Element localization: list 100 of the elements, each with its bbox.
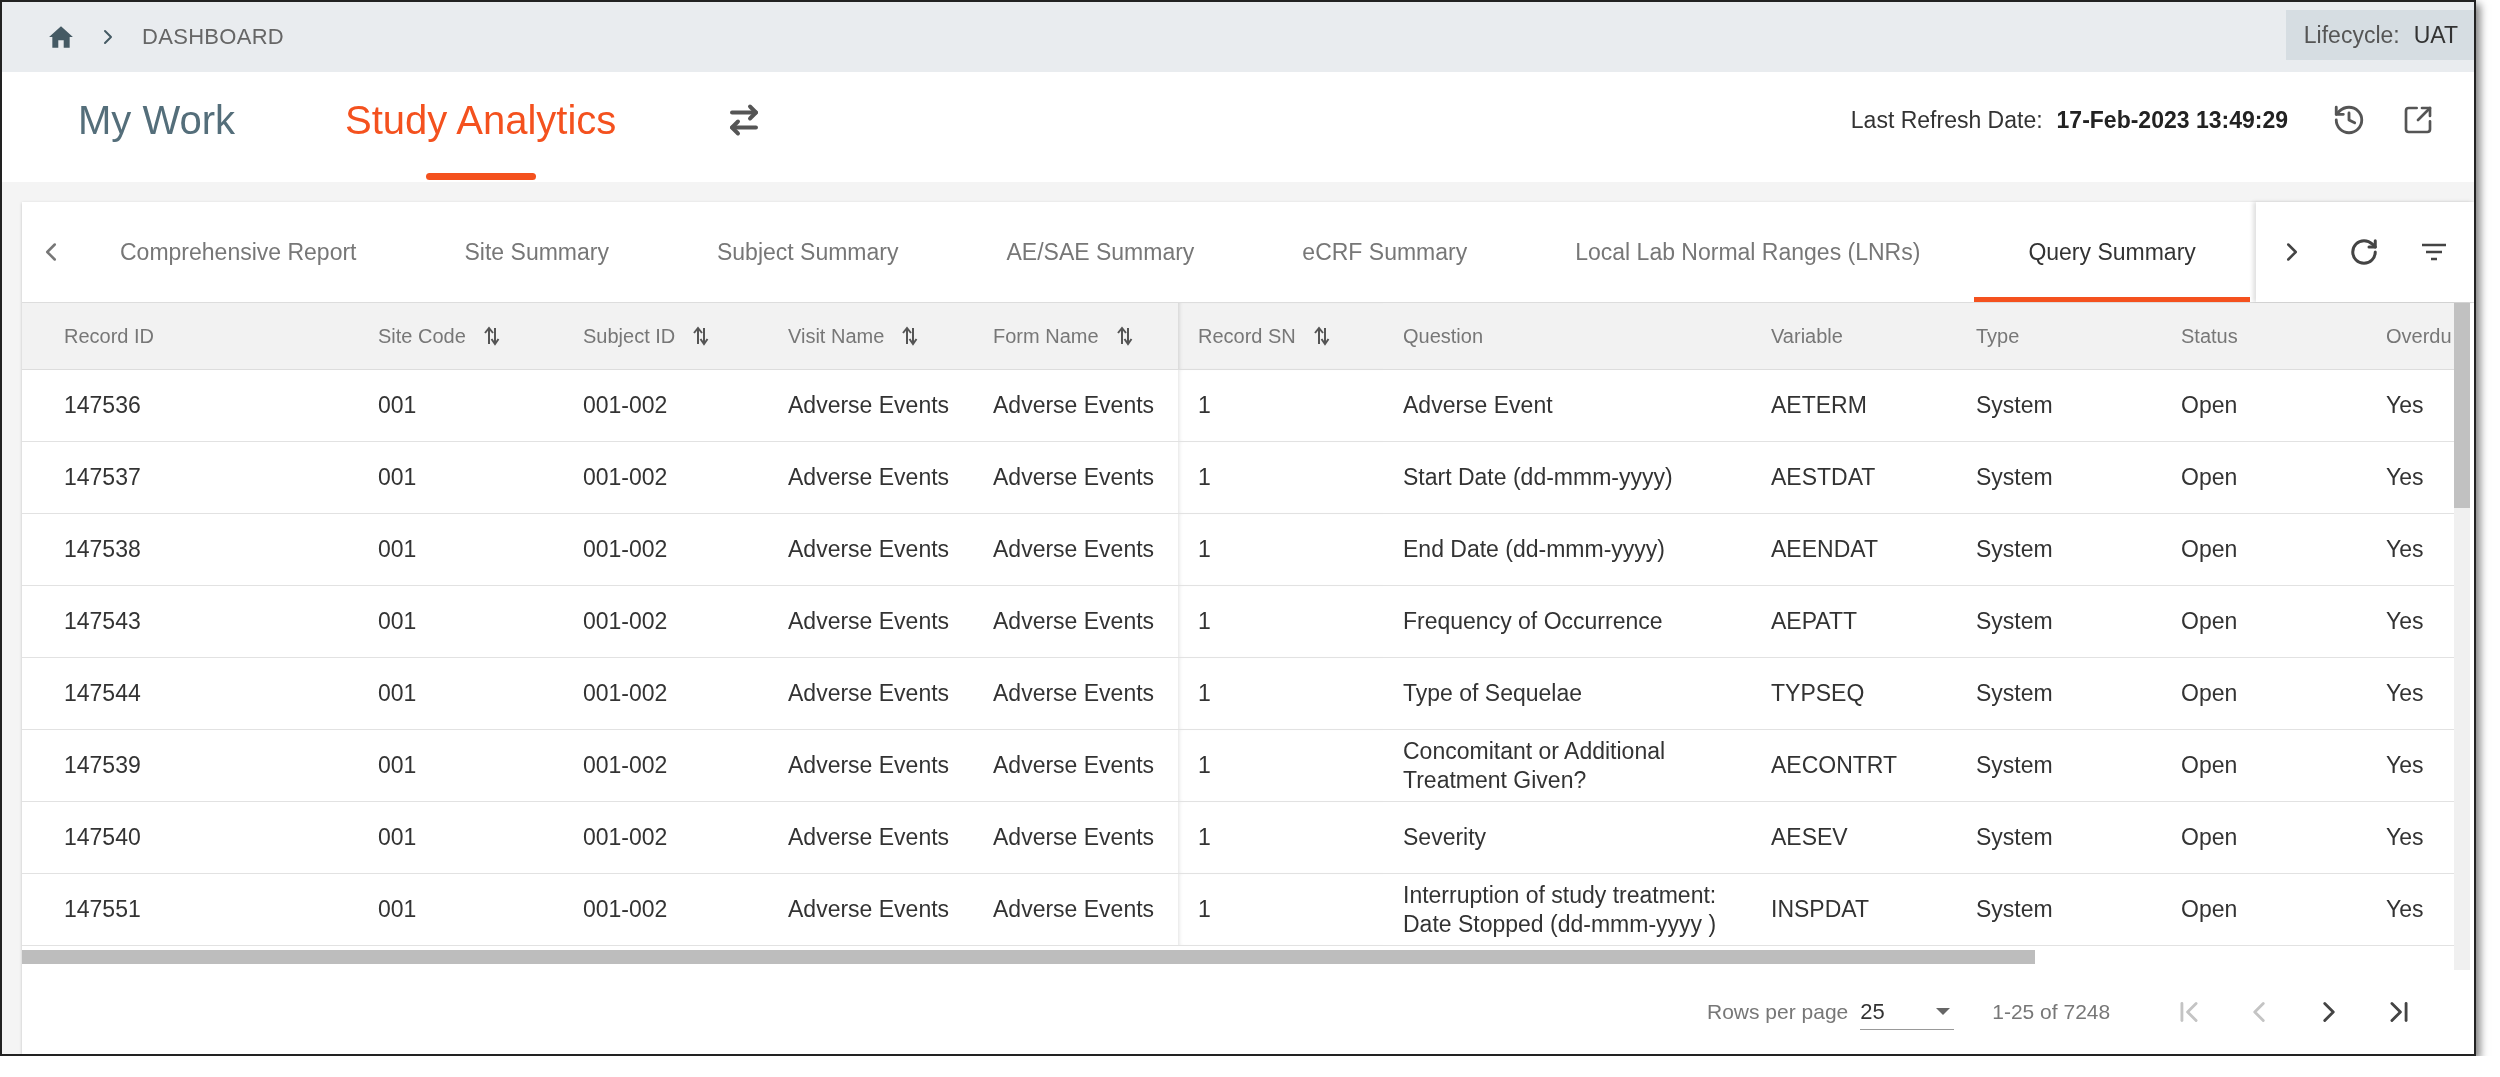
table-cell: Adverse Events: [973, 442, 1178, 514]
table-cell: System: [1956, 586, 2161, 658]
table-cell: Start Date (dd-mmm-yyyy): [1383, 442, 1751, 514]
column-header-label[interactable]: Type: [1976, 324, 2020, 348]
column-header-label[interactable]: Overdu: [2386, 324, 2452, 348]
home-icon[interactable]: [48, 25, 74, 49]
table-cell: 001: [358, 586, 563, 658]
table-cell: Adverse Events: [768, 586, 973, 658]
table-cell: 001-002: [563, 874, 768, 946]
table-cell: 1: [1178, 658, 1383, 730]
table-cell: 147539: [22, 730, 358, 802]
table-cell: 147551: [22, 874, 358, 946]
table-cell: Open: [2161, 370, 2366, 442]
table-cell: 001: [358, 658, 563, 730]
column-header-label[interactable]: Subject ID: [583, 324, 676, 348]
table-cell: 147543: [22, 586, 358, 658]
table-cell: 1: [1178, 730, 1383, 802]
table-cell: AETERM: [1751, 370, 1956, 442]
report-tab[interactable]: Site Summary: [410, 202, 663, 302]
table-cell: 1: [1178, 370, 1383, 442]
sort-icon[interactable]: [483, 326, 500, 346]
column-header-label[interactable]: Status: [2181, 324, 2238, 348]
table-cell: Open: [2161, 874, 2366, 946]
table-cell: 1: [1178, 442, 1383, 514]
table-cell: 147540: [22, 802, 358, 874]
table-cell: 1: [1178, 874, 1383, 946]
table-cell: AECONTRT: [1751, 730, 1956, 802]
nav-tab[interactable]: My Work: [78, 72, 236, 182]
column-header-label[interactable]: Visit Name: [788, 324, 885, 348]
table-cell: Adverse Events: [768, 370, 973, 442]
table-cell: 001: [358, 370, 563, 442]
table-cell: Adverse Events: [973, 658, 1178, 730]
table-cell: Adverse Events: [973, 874, 1178, 946]
table-cell: Interruption of study treatment: Date Stopped (dd-mmm-yyyy ): [1383, 874, 1751, 946]
column-header-label[interactable]: Record SN: [1198, 324, 1296, 348]
table-cell: 001-002: [563, 514, 768, 586]
table-cell: Open: [2161, 586, 2366, 658]
table-cell: Adverse Events: [768, 442, 973, 514]
table-cell: Adverse Events: [768, 514, 973, 586]
page-range: 1-25 of 7248: [1992, 1000, 2111, 1024]
table-cell: Adverse Events: [768, 658, 973, 730]
table-cell: 1: [1178, 514, 1383, 586]
sort-icon[interactable]: [1116, 326, 1133, 346]
table-cell: AEPATT: [1751, 586, 1956, 658]
sort-icon[interactable]: [1313, 326, 1330, 346]
table-cell: 001: [358, 874, 563, 946]
table-cell: System: [1956, 730, 2161, 802]
rows-per-page-label: Rows per page: [1707, 1000, 1849, 1024]
table-cell: Adverse Events: [973, 730, 1178, 802]
column-header-label[interactable]: Site Code: [378, 324, 466, 348]
table-cell: 001-002: [563, 730, 768, 802]
table-cell: System: [1956, 442, 2161, 514]
vertical-scrollbar[interactable]: [2454, 303, 2470, 508]
nav-tab[interactable]: Study Analytics: [345, 72, 617, 182]
report-tab[interactable]: Local Lab Normal Ranges (LNRs): [1521, 202, 1975, 302]
table-cell: Concomitant or Additional Treatment Given?: [1383, 730, 1751, 802]
table-cell: 001-002: [563, 586, 768, 658]
column-header-label[interactable]: Variable: [1771, 324, 1843, 348]
report-tab[interactable]: eCRF Summary: [1248, 202, 1522, 302]
table-cell: AESTDAT: [1751, 442, 1956, 514]
table-cell: 001: [358, 514, 563, 586]
report-tab[interactable]: Comprehensive Report: [66, 202, 411, 302]
table-cell: Adverse Events: [973, 586, 1178, 658]
table-cell: System: [1956, 874, 2161, 946]
table-cell: 001: [358, 802, 563, 874]
table-cell: Adverse Events: [768, 802, 973, 874]
table-cell: Adverse Events: [768, 730, 973, 802]
table-cell: Open: [2161, 730, 2366, 802]
filter-icon: [2421, 242, 2447, 262]
table-cell: Adverse Events: [973, 802, 1178, 874]
table-cell: Adverse Event: [1383, 370, 1751, 442]
lifecycle-value: UAT: [2413, 21, 2458, 49]
sort-icon[interactable]: [693, 326, 710, 346]
breadcrumb-link[interactable]: DASHBOARD: [142, 24, 285, 50]
table-cell: INSPDAT: [1751, 874, 1956, 946]
table-cell: 1: [1178, 802, 1383, 874]
table-cell: Type of Sequelae: [1383, 658, 1751, 730]
table-cell: AESEV: [1751, 802, 1956, 874]
table-cell: 001-002: [563, 442, 768, 514]
report-tab[interactable]: Subject Summary: [662, 202, 953, 302]
table-cell: System: [1956, 658, 2161, 730]
table-cell: 001: [358, 442, 563, 514]
column-header-label[interactable]: Form Name: [993, 324, 1099, 348]
report-tab[interactable]: AE/SAE Summary: [952, 202, 1249, 302]
table-cell: System: [1956, 514, 2161, 586]
history-icon[interactable]: [2332, 103, 2366, 137]
table-cell: 147544: [22, 658, 358, 730]
table-cell: Adverse Events: [973, 514, 1178, 586]
table-cell: Frequency of Occurrence: [1383, 586, 1751, 658]
horizontal-scrollbar[interactable]: [22, 950, 2035, 964]
table-cell: 147536: [22, 370, 358, 442]
table-cell: System: [1956, 370, 2161, 442]
external-link-icon[interactable]: [2402, 104, 2434, 136]
table-cell: Open: [2161, 802, 2366, 874]
column-header-label[interactable]: Question: [1403, 324, 1484, 348]
refresh-date-label: Last Refresh Date:: [1850, 106, 2043, 134]
table-cell: 1: [1178, 586, 1383, 658]
column-header-label[interactable]: Record ID: [64, 324, 155, 348]
sort-icon[interactable]: [902, 326, 919, 346]
rows-per-page-select[interactable]: 25: [1860, 994, 1955, 1030]
